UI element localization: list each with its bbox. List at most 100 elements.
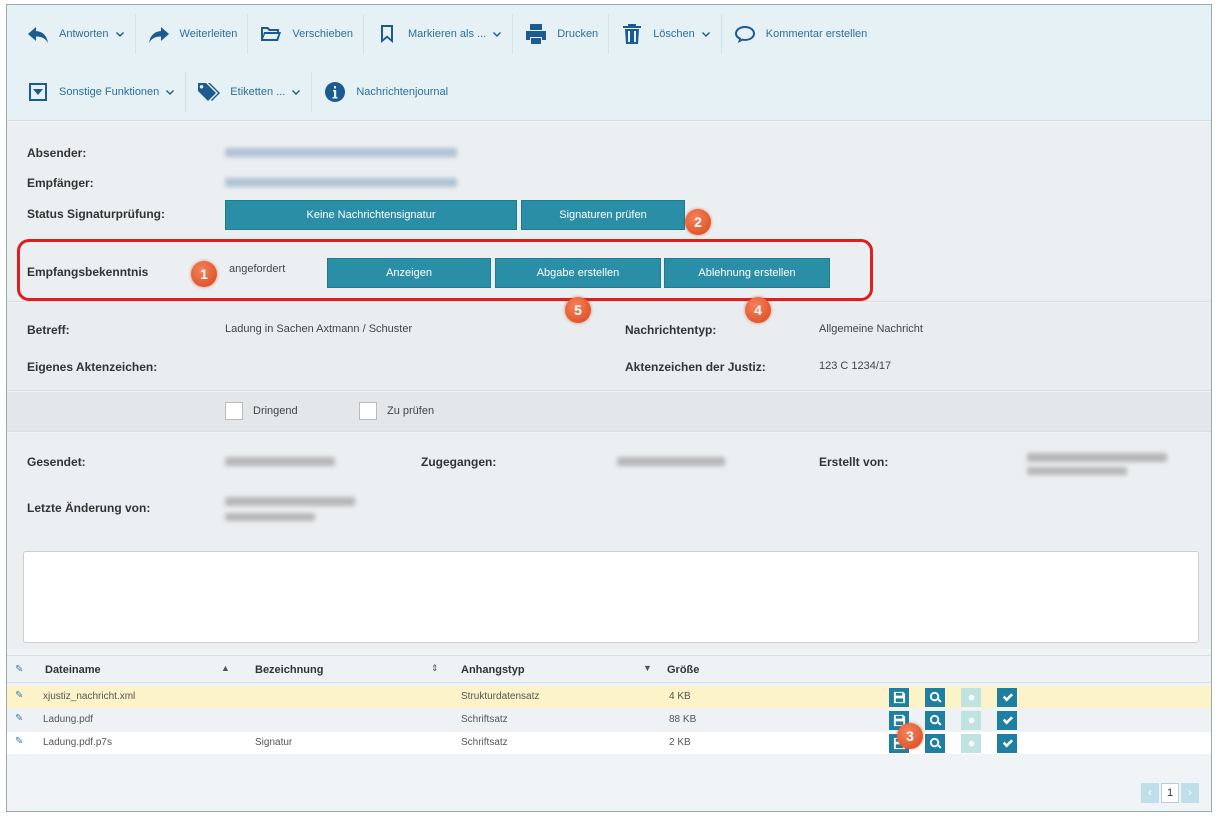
save-button[interactable] (889, 688, 909, 707)
next-page-button[interactable]: › (1181, 783, 1199, 803)
table-row[interactable]: ✎ Ladung.pdf.p7s Signatur Schriftsatz 2 KB (7, 732, 1211, 754)
reply-button[interactable]: Antworten (15, 14, 135, 54)
subject-label: Betreff: (27, 323, 70, 337)
sort-both-icon[interactable]: ⇕ (431, 663, 439, 674)
attachment-column-icon: ✎ (15, 664, 24, 675)
forward-button[interactable]: Weiterleiten (134, 14, 248, 54)
preview-button[interactable] (925, 711, 945, 730)
save-icon (893, 691, 905, 704)
cell-filename: Ladung.pdf.p7s (43, 737, 112, 748)
message-journal-button[interactable]: Nachrichtenjournal (311, 72, 458, 112)
sent-value (225, 457, 335, 466)
annotation-badge-1: 1 (191, 261, 217, 287)
message-view: Antworten Weiterleiten Verschieben Marki… (6, 4, 1212, 812)
attachment-icon: ✎ (15, 713, 24, 724)
flags-section: Dringend Zu prüfen (7, 392, 1211, 432)
trash-icon (619, 21, 645, 47)
dropdown-box-icon (25, 79, 51, 105)
current-page[interactable]: 1 (1161, 783, 1179, 803)
attachment-icon: ✎ (15, 736, 24, 747)
annotation-badge-2: 2 (685, 209, 711, 235)
chevron-down-icon (492, 29, 502, 39)
confirm-button[interactable] (997, 734, 1017, 753)
sent-label: Gesendet: (27, 455, 86, 469)
signature-status-label: Status Signaturprüfung: (27, 207, 165, 221)
last-change-label: Letzte Änderung von: (27, 501, 151, 515)
cell-filename: Ladung.pdf (43, 714, 94, 725)
attachments-table-header: ✎ Dateiname ▲ Bezeichnung ⇕ Anhangstyp ▼… (7, 655, 1211, 683)
tags-icon (196, 79, 222, 105)
create-comment-button[interactable]: Kommentar erstellen (720, 14, 878, 54)
dot-icon (968, 717, 974, 724)
chevron-down-icon (291, 87, 301, 97)
created-by-value-2 (1027, 467, 1127, 475)
cell-attachment-type: Strukturdatensatz (461, 691, 540, 702)
to-check-checkbox[interactable] (359, 402, 377, 420)
chevron-down-icon (165, 87, 175, 97)
preview-button[interactable] (925, 734, 945, 753)
details-section: Betreff: Ladung in Sachen Axtmann / Schu… (7, 303, 1211, 391)
urgent-checkbox[interactable] (225, 402, 243, 420)
status-indicator (961, 688, 981, 707)
comment-icon (732, 21, 758, 47)
message-type-value: Allgemeine Nachricht (819, 323, 923, 335)
confirm-button[interactable] (997, 711, 1017, 730)
recipient-value[interactable] (225, 178, 457, 187)
dot-icon (968, 740, 974, 747)
sort-asc-icon[interactable]: ▲ (221, 663, 230, 673)
urgent-label: Dringend (253, 405, 298, 417)
mark-as-button[interactable]: Markieren als ... (362, 14, 512, 54)
checkmark-icon (1002, 716, 1013, 725)
table-row[interactable]: ✎ xjustiz_nachricht.xml Strukturdatensatz 4… (7, 686, 1211, 708)
last-change-value-2 (225, 513, 315, 521)
column-size[interactable]: Größe (667, 664, 699, 676)
created-by-value (1027, 453, 1167, 462)
court-reference-label: Aktenzeichen der Justiz: (625, 360, 766, 374)
cell-attachment-type: Schriftsatz (461, 714, 508, 725)
labels-button[interactable]: Etiketten ... (185, 72, 311, 112)
forward-icon (146, 21, 172, 47)
status-indicator (961, 711, 981, 730)
magnifier-icon (929, 737, 942, 749)
cell-attachment-type: Schriftsatz (461, 737, 508, 748)
column-filename[interactable]: Dateiname (45, 664, 101, 676)
own-reference-label: Eigenes Aktenzeichen: (27, 360, 158, 374)
cell-filename: xjustiz_nachricht.xml (43, 691, 136, 702)
toolbar-row-2: Sonstige Funktionen Etiketten ... Nachri… (15, 63, 458, 121)
magnifier-icon (929, 691, 942, 703)
receipt-highlight-box (17, 239, 873, 301)
received-value (617, 457, 725, 466)
status-indicator (961, 734, 981, 753)
printer-icon (523, 21, 549, 47)
info-icon (322, 79, 348, 105)
message-type-label: Nachrichtentyp: (625, 323, 717, 337)
comment-textarea[interactable] (23, 551, 1199, 643)
sender-value[interactable] (225, 148, 457, 157)
cell-size: 88 KB (669, 714, 697, 725)
recipient-label: Empfänger: (27, 176, 94, 190)
subject-value: Ladung in Sachen Axtmann / Schuster (225, 323, 413, 335)
table-row[interactable]: ✎ Ladung.pdf Schriftsatz 88 KB (7, 709, 1211, 731)
other-functions-button[interactable]: Sonstige Funktionen (15, 72, 185, 112)
sort-desc-icon[interactable]: ▼ (643, 663, 652, 673)
delete-button[interactable]: Löschen (608, 14, 721, 54)
confirm-button[interactable] (997, 688, 1017, 707)
magnifier-icon (929, 714, 942, 726)
court-reference-value: 123 C 1234/17 (819, 360, 892, 372)
check-signatures-button[interactable]: Signaturen prüfen (521, 200, 685, 230)
move-button[interactable]: Verschieben (247, 14, 363, 54)
column-attachment-type[interactable]: Anhangstyp (461, 664, 525, 676)
cell-description: Signatur (255, 737, 293, 748)
created-by-label: Erstellt von: (819, 455, 889, 469)
annotation-badge-5: 5 (565, 297, 591, 323)
folder-icon (258, 21, 284, 47)
checkmark-icon (1002, 693, 1013, 702)
preview-button[interactable] (925, 688, 945, 707)
signature-status-button[interactable]: Keine Nachrichtensignatur (225, 200, 517, 230)
annotation-badge-4: 4 (745, 297, 771, 323)
checkmark-icon (1002, 739, 1013, 748)
prev-page-button[interactable]: ‹ (1141, 783, 1159, 803)
column-description[interactable]: Bezeichnung (255, 664, 323, 676)
print-button[interactable]: Drucken (512, 14, 608, 54)
cell-size: 2 KB (669, 737, 691, 748)
